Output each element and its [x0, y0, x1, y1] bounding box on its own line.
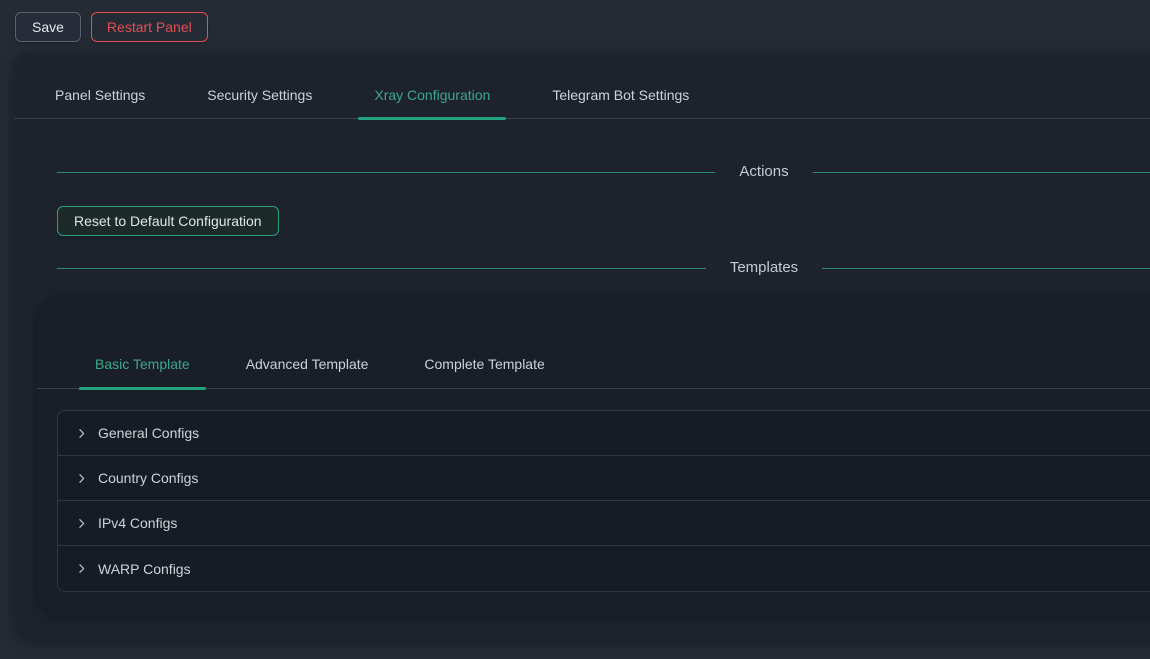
- chevron-right-icon: [75, 517, 88, 530]
- tab-security-settings[interactable]: Security Settings: [191, 53, 328, 118]
- chevron-right-icon: [75, 472, 88, 485]
- collapse-ipv4-configs[interactable]: IPv4 Configs: [58, 501, 1150, 546]
- tab-advanced-template[interactable]: Advanced Template: [230, 353, 385, 388]
- collapse-country-configs[interactable]: Country Configs: [58, 456, 1150, 501]
- top-toolbar: Save Restart Panel: [0, 0, 1150, 42]
- save-button[interactable]: Save: [15, 12, 81, 42]
- xray-configuration-panel: Actions Reset to Default Configuration T…: [14, 161, 1150, 617]
- collapse-warp-configs[interactable]: WARP Configs: [58, 546, 1150, 591]
- collapse-general-configs[interactable]: General Configs: [58, 411, 1150, 456]
- divider-line: [813, 172, 1150, 173]
- settings-tab-bar: Panel Settings Security Settings Xray Co…: [14, 53, 1150, 119]
- collapse-header-label: Country Configs: [98, 467, 198, 489]
- tab-complete-template[interactable]: Complete Template: [408, 353, 560, 388]
- collapse-header-label: IPv4 Configs: [98, 512, 177, 534]
- templates-divider: Templates: [57, 257, 1150, 279]
- settings-card: Panel Settings Security Settings Xray Co…: [14, 53, 1150, 640]
- collapse-header-label: WARP Configs: [98, 558, 191, 580]
- collapse-header-label: General Configs: [98, 422, 199, 444]
- actions-divider: Actions: [57, 161, 1150, 183]
- template-tab-bar: Basic Template Advanced Template Complet…: [37, 295, 1150, 389]
- tab-telegram-bot-settings[interactable]: Telegram Bot Settings: [536, 53, 705, 118]
- restart-panel-button[interactable]: Restart Panel: [91, 12, 208, 42]
- actions-divider-label: Actions: [739, 161, 788, 183]
- tab-panel-settings[interactable]: Panel Settings: [39, 53, 161, 118]
- tab-basic-template[interactable]: Basic Template: [79, 353, 206, 388]
- divider-line: [822, 268, 1150, 269]
- tab-xray-configuration[interactable]: Xray Configuration: [358, 53, 506, 118]
- divider-line: [57, 172, 715, 173]
- chevron-right-icon: [75, 427, 88, 440]
- reset-default-configuration-button[interactable]: Reset to Default Configuration: [57, 206, 279, 236]
- templates-divider-label: Templates: [730, 257, 798, 279]
- chevron-right-icon: [75, 562, 88, 575]
- templates-card: Basic Template Advanced Template Complet…: [37, 295, 1150, 617]
- divider-line: [57, 268, 706, 269]
- configs-collapse: General Configs Country Configs IPv4 Con…: [57, 410, 1150, 592]
